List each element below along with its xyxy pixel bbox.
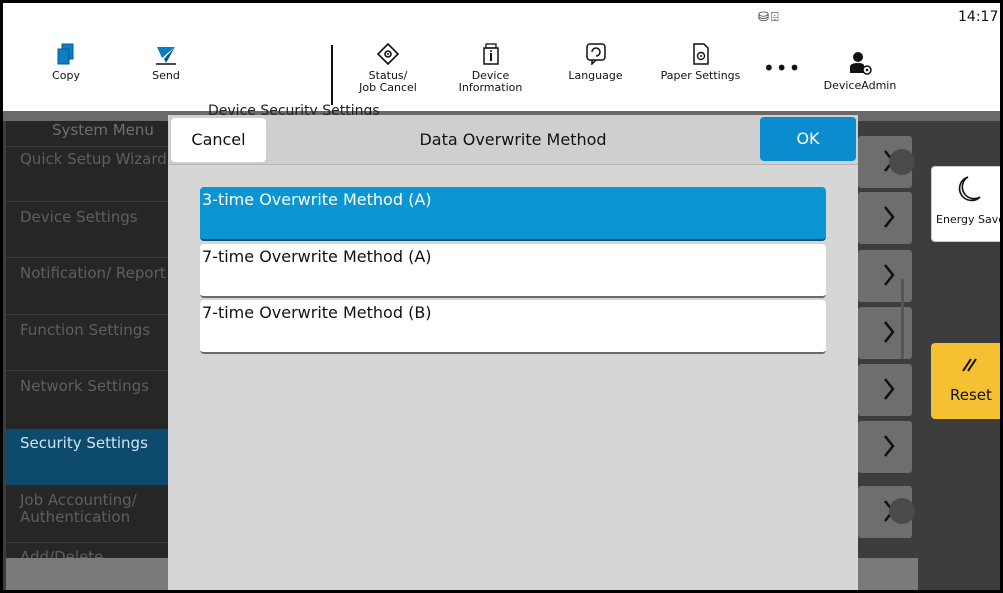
device-admin-button[interactable]: DeviceAdmin [815,43,905,92]
language-button[interactable]: Language [558,43,633,82]
device-admin-label: DeviceAdmin [823,79,897,92]
sidebar-item-quick-setup[interactable]: Quick Setup Wizard [20,151,170,168]
reset-label: Reset [950,386,992,404]
user-admin-icon [850,52,872,75]
more-button[interactable]: ••• [763,58,801,78]
status-label-line2: Job Cancel [359,81,417,94]
paper-settings-button[interactable]: Paper Settings [653,43,748,82]
scroll-down-button[interactable] [889,498,915,524]
chevron-right-icon [884,321,895,343]
row-arrow-button[interactable] [858,421,912,473]
cancel-button[interactable]: Cancel [171,118,266,162]
sidebar-item-network-settings[interactable]: Network Settings [20,378,170,395]
sidebar-divider [6,542,171,543]
paper-settings-label: Paper Settings [660,69,741,82]
device-info-icon [482,43,499,65]
device-label-line2: Information [458,81,523,94]
sidebar-divider [6,370,171,371]
scrollbar[interactable] [901,279,904,359]
row-arrow-button[interactable] [858,192,912,244]
reset-button[interactable]: Reset [931,343,1000,419]
ok-button[interactable]: OK [760,117,856,161]
sidebar-divider [6,257,171,258]
copy-icon [57,43,74,65]
status-job-cancel-button[interactable]: Status/ Job Cancel [348,43,428,94]
sidebar-item-notification-report[interactable]: Notification/ Report [20,265,170,282]
paper-settings-icon [692,43,709,65]
language-label: Language [568,69,623,82]
copy-label: Copy [52,69,80,82]
send-label: Send [152,69,180,82]
sidebar-divider [6,314,171,315]
device-screen: ⛁⌹ 14:17 Copy Send Status/ Job Cancel De… [0,0,1003,593]
sidebar-title: System Menu [52,121,154,139]
option-7-time-overwrite-b[interactable]: 7-time Overwrite Method (B) [200,300,826,354]
send-button[interactable]: Send [141,43,191,82]
energy-saver-label: Energy Saver [936,213,1003,226]
sidebar-item-device-settings[interactable]: Device Settings [20,209,170,226]
chevron-right-icon [884,206,895,228]
dialog-header: Cancel Data Overwrite Method OK [168,115,858,165]
scroll-up-button[interactable] [889,149,915,175]
language-icon [585,43,606,65]
chevron-right-icon [884,378,895,400]
eye-icon [377,43,399,65]
dialog-title: Data Overwrite Method [419,130,607,149]
device-information-button[interactable]: Device Information [448,43,533,94]
moon-icon [958,176,981,202]
data-overwrite-dialog: Cancel Data Overwrite Method OK 3-time O… [168,115,858,590]
sidebar-item-function-settings[interactable]: Function Settings [20,322,170,339]
row-arrow-button[interactable] [858,364,912,416]
energy-saver-button[interactable]: Energy Saver [931,166,1003,242]
sidebar-divider [6,146,171,147]
status-icons: ⛁⌹ [758,10,781,25]
chevron-right-icon [884,264,895,286]
sidebar-divider [6,201,171,202]
top-toolbar: ⛁⌹ 14:17 Copy Send Status/ Job Cancel De… [3,3,1000,111]
toolbar-divider [331,45,333,105]
option-7-time-overwrite-a[interactable]: 7-time Overwrite Method (A) [200,244,826,298]
copy-button[interactable]: Copy [41,43,91,82]
system-menu-sidebar: System Menu Quick Setup Wizard Device Se… [6,121,171,590]
clock: 14:17 [958,9,999,25]
sidebar-item-job-accounting[interactable]: Job Accounting/ Authentication [20,492,170,526]
option-3-time-overwrite-a[interactable]: 3-time Overwrite Method (A) [200,187,826,241]
reset-slash-icon [962,358,977,372]
chevron-right-icon [884,435,895,457]
sidebar-item-security-settings[interactable]: Security Settings [20,435,170,452]
send-icon [156,47,176,65]
